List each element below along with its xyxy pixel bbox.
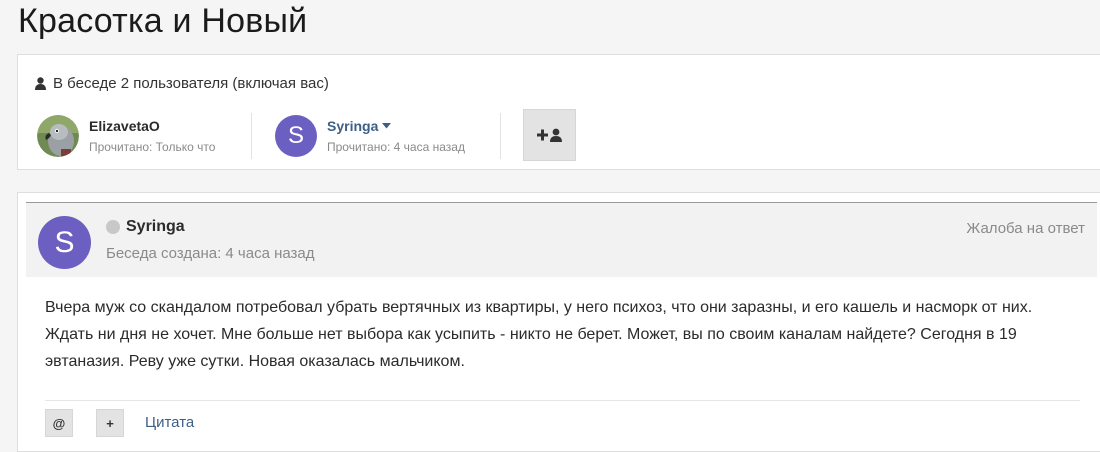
- participants-header: В беседе 2 пользователя (включая вас): [35, 75, 329, 92]
- post-date: Беседа создана: 4 часа назад: [106, 245, 315, 262]
- post-body: Вчера муж со скандалом потребовал убрать…: [45, 299, 1033, 370]
- user-icon: [35, 77, 46, 90]
- participant-elizavetao[interactable]: ElizavetaO Прочитано: Только что: [37, 115, 215, 157]
- divider: [45, 400, 1080, 401]
- parrot-avatar-image: [37, 115, 79, 157]
- post-header: S Syringa Беседа создана: 4 часа назад Ж…: [26, 202, 1097, 277]
- participant-name[interactable]: Syringa: [327, 119, 378, 133]
- author-name[interactable]: Syringa: [126, 218, 185, 236]
- offline-status-icon: [106, 220, 120, 234]
- participants-count-label: В беседе 2 пользователя (включая вас): [53, 75, 329, 92]
- author-avatar[interactable]: S: [38, 216, 91, 269]
- participants-panel: В беседе 2 пользователя (включая вас) El…: [17, 54, 1100, 170]
- avatar[interactable]: S: [275, 115, 317, 157]
- message-post: S Syringa Беседа создана: 4 часа назад Ж…: [17, 192, 1100, 452]
- mention-button[interactable]: @: [45, 409, 73, 437]
- participant-read-status: Прочитано: Только что: [89, 140, 216, 154]
- add-participant-button[interactable]: [523, 109, 576, 161]
- divider: [500, 113, 501, 159]
- participant-name-menu[interactable]: Syringa: [327, 119, 465, 133]
- caret-down-icon[interactable]: [382, 123, 392, 129]
- divider: [251, 113, 252, 159]
- post-author: Syringa: [106, 218, 185, 236]
- page-title: Красотка и Новый: [18, 2, 308, 40]
- participant-read-status: Прочитано: 4 часа назад: [327, 140, 465, 154]
- participant-name[interactable]: ElizavetaO: [89, 119, 215, 133]
- multiquote-button[interactable]: +: [96, 409, 124, 437]
- quote-link[interactable]: Цитата: [145, 414, 194, 431]
- add-user-icon: [536, 128, 562, 142]
- participant-syringa[interactable]: S Syringa Прочитано: 4 часа назад: [275, 115, 465, 157]
- report-link[interactable]: Жалоба на ответ: [966, 220, 1085, 237]
- avatar[interactable]: [37, 115, 79, 157]
